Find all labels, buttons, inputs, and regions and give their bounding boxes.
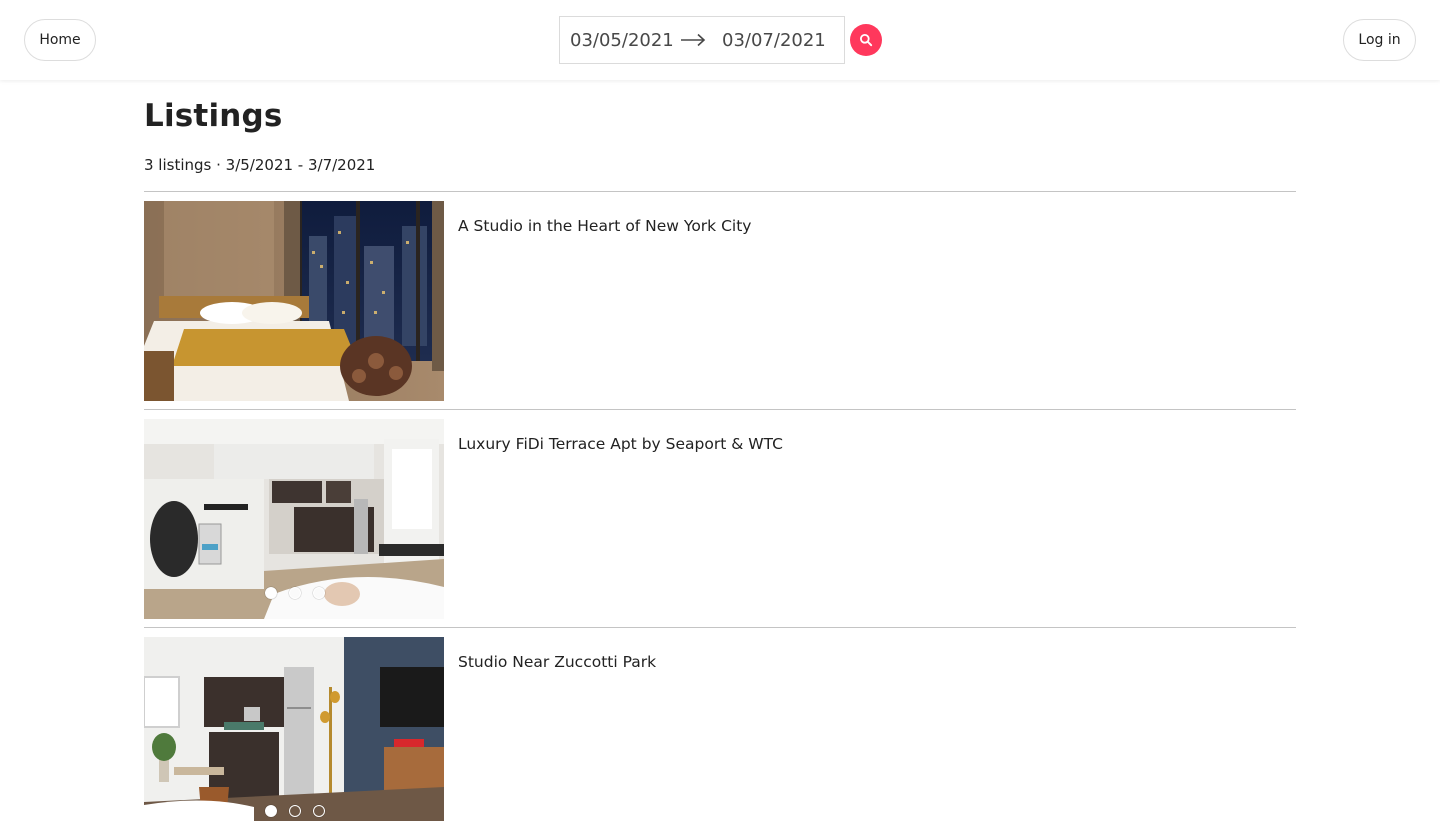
listing-title[interactable]: Studio Near Zuccotti Park — [458, 653, 656, 671]
carousel-dot[interactable] — [313, 805, 325, 817]
search-button[interactable] — [850, 24, 882, 56]
listing-photo[interactable] — [144, 419, 444, 619]
search-icon — [860, 34, 873, 47]
check-in-input[interactable] — [560, 20, 674, 60]
listing-card[interactable]: A Studio in the Heart of New York City — [144, 201, 1296, 401]
date-range-picker — [559, 16, 845, 64]
divider — [144, 627, 1296, 628]
listing-title[interactable]: A Studio in the Heart of New York City — [458, 217, 751, 235]
carousel-dot[interactable] — [289, 805, 301, 817]
carousel-dot[interactable] — [265, 587, 277, 599]
login-button[interactable]: Log in — [1343, 19, 1416, 61]
listing-title[interactable]: Luxury FiDi Terrace Apt by Seaport & WTC — [458, 435, 783, 453]
divider — [144, 409, 1296, 410]
listings-summary: 3 listings · 3/5/2021 - 3/7/2021 — [144, 156, 376, 174]
listing-photo[interactable] — [144, 637, 444, 821]
divider — [144, 191, 1296, 192]
listing-card[interactable]: Studio Near Zuccotti Park — [144, 637, 1296, 837]
arrow-right-icon — [681, 33, 706, 47]
carousel-dot[interactable] — [313, 587, 325, 599]
listing-photo[interactable] — [144, 201, 444, 401]
listing-card[interactable]: Luxury FiDi Terrace Apt by Seaport & WTC — [144, 419, 1296, 619]
home-button[interactable]: Home — [24, 19, 96, 61]
carousel-dot[interactable] — [289, 587, 301, 599]
page-title: Listings — [144, 98, 283, 134]
top-nav: Home Log in — [0, 0, 1440, 80]
photo-carousel-dots — [265, 805, 325, 817]
photo-carousel-dots — [265, 587, 325, 599]
check-out-input[interactable] — [712, 20, 826, 60]
carousel-dot[interactable] — [265, 805, 277, 817]
